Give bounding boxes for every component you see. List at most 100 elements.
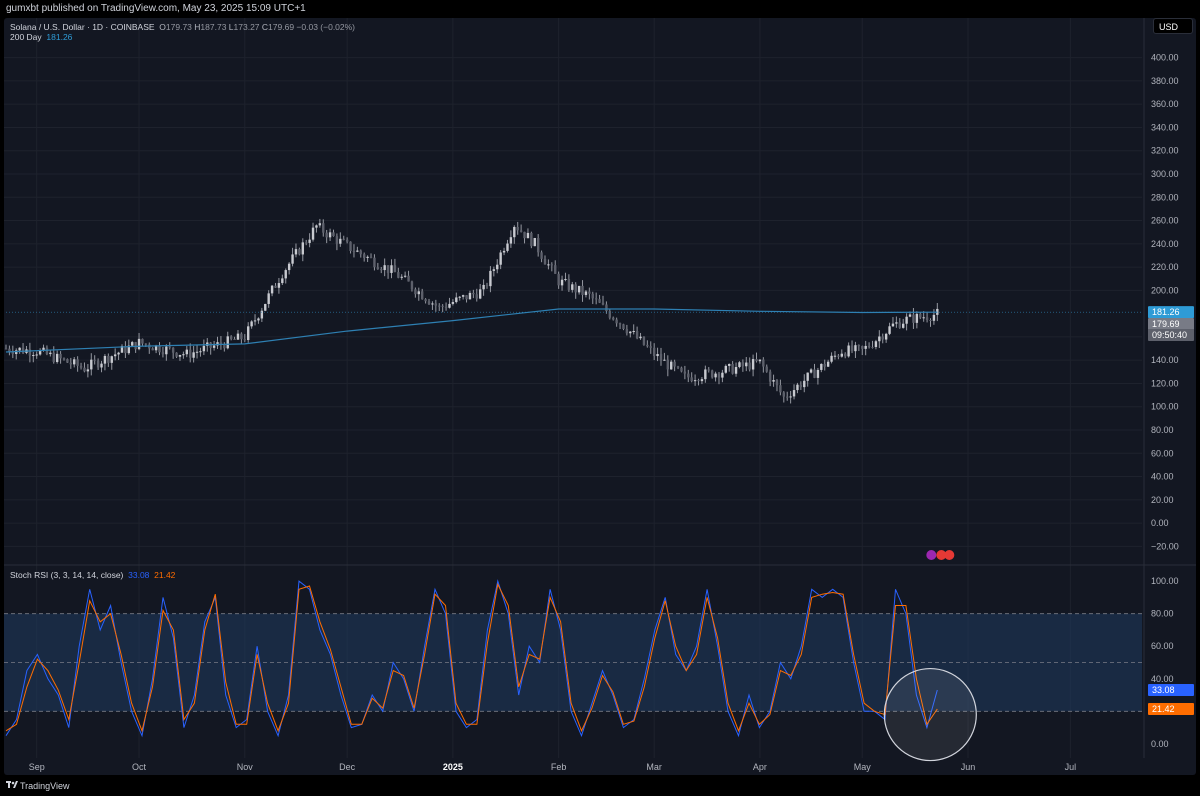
rsi-title[interactable]: Stoch RSI (3, 3, 14, 14, close) bbox=[10, 570, 123, 580]
time-label: Apr bbox=[753, 762, 767, 772]
candle-body bbox=[717, 373, 721, 378]
price-tick-label: 320.00 bbox=[1151, 146, 1179, 156]
candle-body bbox=[560, 279, 564, 286]
candle-body bbox=[410, 281, 414, 290]
candle-body bbox=[352, 251, 356, 253]
candle-body bbox=[284, 270, 287, 279]
candle-body bbox=[564, 278, 567, 280]
price-tick-label: 280.00 bbox=[1151, 192, 1179, 202]
candle-body bbox=[287, 263, 291, 271]
candle-body bbox=[294, 249, 298, 255]
candle-body bbox=[635, 331, 639, 339]
candle-body bbox=[165, 346, 168, 355]
candle-body bbox=[79, 365, 83, 368]
price-badge-text: 179.69 bbox=[1152, 319, 1180, 329]
candle-body bbox=[844, 353, 847, 357]
rsi-tick-label: 80.00 bbox=[1151, 609, 1174, 619]
candle-body bbox=[724, 365, 728, 373]
candle-body bbox=[472, 292, 475, 295]
candle-body bbox=[710, 370, 714, 378]
candle-body bbox=[403, 275, 407, 277]
rsi-k-badge-text: 33.08 bbox=[1152, 685, 1175, 695]
candle-body bbox=[311, 227, 315, 240]
candle-body bbox=[35, 354, 38, 356]
candle-body bbox=[540, 252, 543, 259]
candle-body bbox=[178, 354, 182, 357]
rsi-tick-label: 40.00 bbox=[1151, 674, 1174, 684]
candle-body bbox=[925, 317, 929, 321]
rsi-tick-label: 0.00 bbox=[1151, 739, 1169, 749]
candle-body bbox=[601, 302, 605, 305]
candle-body bbox=[516, 226, 519, 231]
price-tick-label: 200.00 bbox=[1151, 285, 1179, 295]
candle-body bbox=[871, 346, 874, 348]
ma-label[interactable]: 200 Day bbox=[10, 32, 42, 42]
candle-body bbox=[373, 257, 376, 268]
candle-body bbox=[397, 272, 400, 278]
rsi-tick-label: 60.00 bbox=[1151, 641, 1174, 651]
candle-body bbox=[137, 338, 141, 350]
time-label: Dec bbox=[339, 762, 356, 772]
symbol-title[interactable]: Solana / U.S. Dollar · 1D · COINBASE bbox=[10, 22, 155, 32]
candle-body bbox=[223, 344, 226, 349]
candle-body bbox=[632, 331, 635, 333]
rsi-d-badge: 21.42 bbox=[1148, 703, 1194, 716]
candle-body bbox=[100, 363, 103, 368]
candle-body bbox=[594, 298, 598, 300]
candle-body bbox=[240, 333, 243, 340]
candle-body bbox=[356, 250, 359, 252]
candle-body bbox=[878, 336, 881, 342]
price-tick-label: 80.00 bbox=[1151, 425, 1174, 435]
open-label: O bbox=[159, 22, 166, 32]
tradingview-logo-icon bbox=[6, 781, 18, 788]
candle-body bbox=[748, 362, 751, 370]
candle-body bbox=[519, 230, 523, 232]
price-tick-label: 340.00 bbox=[1151, 122, 1179, 132]
candle-body bbox=[158, 345, 161, 353]
candle-body bbox=[59, 353, 62, 359]
close-value: 179.69 bbox=[268, 22, 295, 32]
candle-body bbox=[236, 333, 240, 340]
candle-body bbox=[496, 264, 499, 270]
candle-body bbox=[247, 326, 250, 341]
candle-body bbox=[861, 346, 864, 349]
candle-body bbox=[547, 264, 550, 266]
candle-body bbox=[376, 267, 380, 270]
candle-body bbox=[533, 238, 536, 247]
candle-body bbox=[919, 313, 922, 318]
candle-body bbox=[332, 232, 335, 237]
rsi-k-value: 33.08 bbox=[128, 570, 150, 580]
candle-body bbox=[591, 293, 594, 299]
candle-body bbox=[697, 380, 700, 382]
currency-button[interactable]: USD bbox=[1153, 18, 1193, 34]
chart-canvas[interactable]: 400.00 380.00 360.00 340.00 320.00 300.00 280.… bbox=[4, 18, 1196, 775]
candle-body bbox=[506, 243, 509, 251]
candle-body bbox=[823, 363, 826, 367]
time-label: Nov bbox=[237, 762, 254, 772]
candle-body bbox=[335, 236, 339, 244]
candle-body bbox=[731, 363, 734, 374]
price-tick-label: 0.00 bbox=[1151, 518, 1169, 528]
candle-body bbox=[803, 380, 806, 388]
price-tick-label: 60.00 bbox=[1151, 448, 1174, 458]
footer-brand[interactable]: TradingView bbox=[20, 780, 70, 792]
candle-body bbox=[274, 285, 277, 288]
price-tick-label: 240.00 bbox=[1151, 239, 1179, 249]
candle-body bbox=[448, 303, 451, 308]
candle-body bbox=[912, 314, 915, 323]
candle-body bbox=[888, 326, 891, 334]
candle-body bbox=[598, 299, 601, 303]
candle-body bbox=[618, 323, 622, 325]
candle-body bbox=[32, 355, 35, 357]
candle-body bbox=[438, 305, 441, 307]
candle-body bbox=[424, 299, 427, 302]
candle-body bbox=[704, 369, 707, 380]
rsi-d-badge-text: 21.42 bbox=[1152, 704, 1175, 714]
candle-body bbox=[489, 270, 492, 287]
candle-body bbox=[625, 329, 629, 334]
low-value: 173.27 bbox=[233, 22, 260, 32]
candle-body bbox=[762, 359, 765, 367]
price-tick-label: 20.00 bbox=[1151, 495, 1174, 505]
candle-body bbox=[837, 355, 840, 357]
change-value: −0.03 (−0.02%) bbox=[296, 22, 356, 32]
